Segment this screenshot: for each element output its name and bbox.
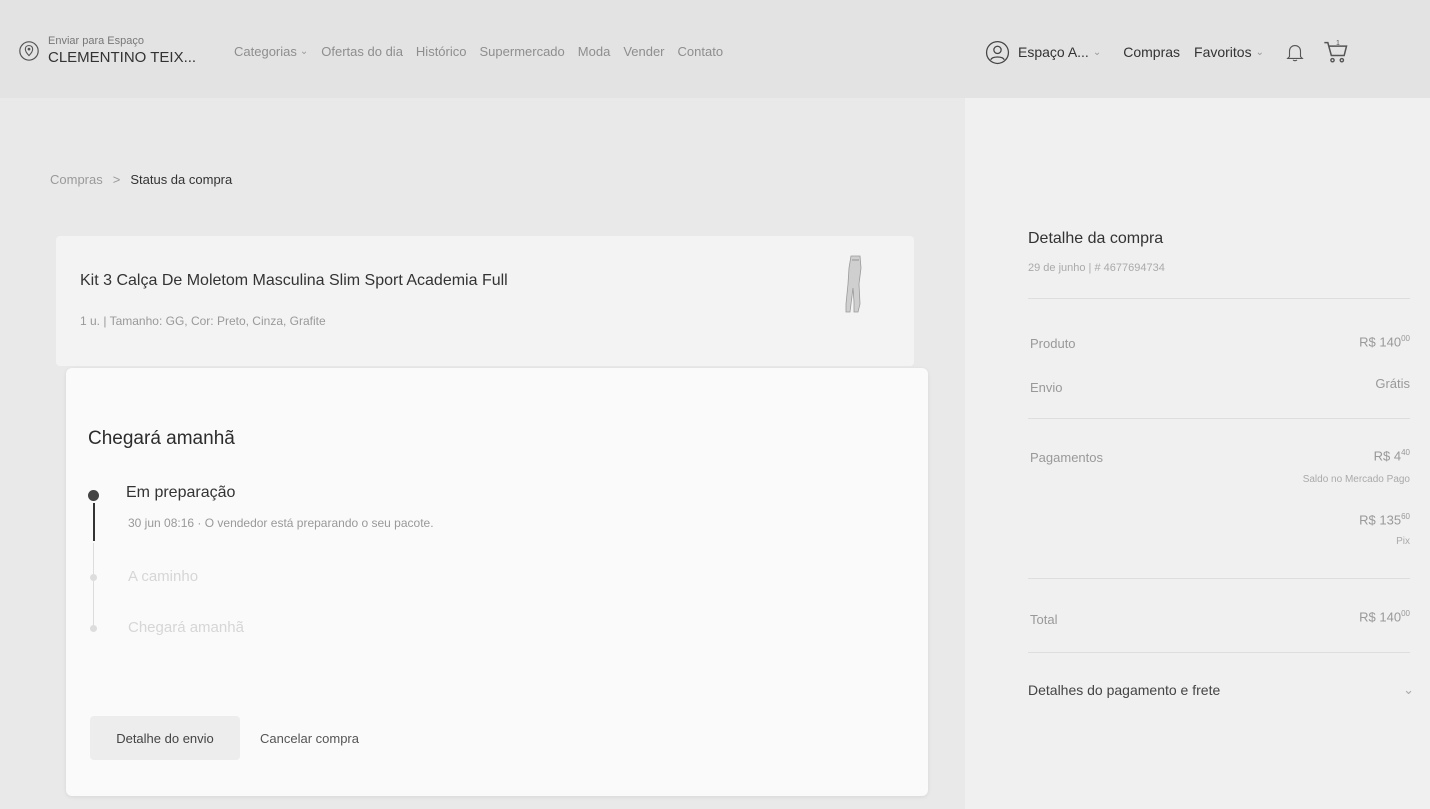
chevron-down-icon: ⌄ xyxy=(299,46,309,57)
breadcrumb-separator: > xyxy=(112,172,121,187)
step-label-a-caminho: A caminho xyxy=(128,568,199,585)
account-nav: Espaço A... ⌄ Compras Favoritos ⌄ 1 xyxy=(985,38,1350,66)
svg-text:1: 1 xyxy=(1336,40,1340,47)
shipping-label: Envio xyxy=(1030,380,1063,395)
product-label: Produto xyxy=(1030,336,1076,351)
nav-categorias-label: Categorias xyxy=(234,44,297,59)
product-title: Kit 3 Calça De Moletom Masculina Slim Sp… xyxy=(80,272,508,289)
step-dot-active xyxy=(88,490,99,501)
product-card[interactable]: Kit 3 Calça De Moletom Masculina Slim Sp… xyxy=(56,236,914,366)
delivery-location[interactable]: Enviar para Espaço CLEMENTINO TEIX... xyxy=(18,36,196,65)
favorites-menu[interactable]: Favoritos ⌄ xyxy=(1194,44,1264,60)
nav-contato-label: Contato xyxy=(677,44,724,59)
shipment-detail-button[interactable]: Detalhe do envio xyxy=(90,716,240,760)
divider xyxy=(1028,652,1410,653)
purchases-label: Compras xyxy=(1123,44,1181,60)
bell-icon[interactable] xyxy=(1284,41,1306,63)
nav-contato[interactable]: Contato xyxy=(678,44,724,59)
product-image xyxy=(845,255,862,313)
step-label-chegara-amanha: Chegará amanhã xyxy=(128,619,244,636)
cancel-purchase-button[interactable]: Cancelar compra xyxy=(252,716,367,760)
payment-shipping-details-toggle[interactable]: Detalhes do pagamento e frete ⌄ xyxy=(1028,676,1420,704)
main-nav: Categorias ⌄ Ofertas do dia Histórico Su… xyxy=(234,44,723,59)
payment-1-method: Saldo no Mercado Pago xyxy=(1302,474,1410,485)
nav-supermercado[interactable]: Supermercado xyxy=(480,44,565,59)
nav-historico[interactable]: Histórico xyxy=(416,44,467,59)
nav-moda[interactable]: Moda xyxy=(578,44,611,59)
user-icon xyxy=(985,40,1010,64)
step-dot-pending xyxy=(90,625,97,632)
payment-2-method: Pix xyxy=(1396,536,1410,547)
nav-categorias[interactable]: Categorias ⌄ xyxy=(234,44,308,59)
payments-label: Pagamentos xyxy=(1030,450,1103,465)
nav-historico-label: Histórico xyxy=(415,44,467,59)
total-value: R$ 14000 xyxy=(1359,609,1410,624)
chevron-down-icon: ⌄ xyxy=(1403,682,1414,697)
status-title: Chegará amanhã xyxy=(88,428,235,449)
favorites-label: Favoritos xyxy=(1194,44,1252,60)
product-details: 1 u. | Tamanho: GG, Cor: Preto, Cinza, G… xyxy=(80,314,326,328)
nav-supermercado-label: Supermercado xyxy=(479,44,565,59)
payment-2-value: R$ 13560 xyxy=(1359,512,1410,527)
breadcrumb: Compras > Status da compra xyxy=(50,172,232,187)
nav-vender[interactable]: Vender xyxy=(623,44,664,59)
step-label-em-preparacao: Em preparação xyxy=(126,484,236,501)
timeline-line-active xyxy=(93,503,95,541)
timeline-line-pending xyxy=(93,543,94,627)
step-dot-pending xyxy=(90,574,97,581)
cart-icon[interactable]: 1 xyxy=(1322,38,1350,66)
product-value-cents: 00 xyxy=(1401,334,1410,343)
shipment-status-card: Chegará amanhã Em preparação 30 jun 08:1… xyxy=(66,368,928,796)
top-header: Enviar para Espaço CLEMENTINO TEIX... Ca… xyxy=(0,0,1430,98)
total-label: Total xyxy=(1030,612,1058,627)
nav-moda-label: Moda xyxy=(577,44,611,59)
divider xyxy=(1028,418,1410,419)
product-value-main: R$ 140 xyxy=(1359,334,1402,350)
payment-shipping-details-label: Detalhes do pagamento e frete xyxy=(1028,682,1221,698)
breadcrumb-current: Status da compra xyxy=(130,172,233,187)
account-menu[interactable]: Espaço A... ⌄ xyxy=(985,40,1101,65)
nav-vender-label: Vender xyxy=(623,44,665,59)
step-description: 30 jun 08:16 · O vendedor está preparand… xyxy=(128,516,434,530)
payment-1-value: R$ 440 xyxy=(1374,448,1410,463)
payment-2-value-main: R$ 135 xyxy=(1359,512,1402,528)
payment-1-value-cents: 40 xyxy=(1401,448,1410,457)
divider xyxy=(1028,578,1410,579)
chevron-down-icon: ⌄ xyxy=(1092,46,1102,58)
product-value: R$ 14000 xyxy=(1359,334,1410,349)
purchases-link[interactable]: Compras xyxy=(1123,44,1180,60)
payment-2-value-cents: 60 xyxy=(1401,512,1410,521)
breadcrumb-compras[interactable]: Compras xyxy=(50,172,103,187)
total-value-cents: 00 xyxy=(1401,609,1410,618)
divider xyxy=(1028,298,1410,299)
location-pin-icon xyxy=(19,40,39,61)
payment-1-value-main: R$ 4 xyxy=(1373,448,1402,464)
nav-ofertas-label: Ofertas do dia xyxy=(321,44,403,59)
chevron-down-icon: ⌄ xyxy=(1255,46,1264,58)
location-name: CLEMENTINO TEIX... xyxy=(48,49,197,66)
summary-title: Detalhe da compra xyxy=(1028,230,1164,247)
shipping-value: Grátis xyxy=(1375,376,1410,391)
nav-ofertas[interactable]: Ofertas do dia xyxy=(321,44,403,59)
total-value-main: R$ 140 xyxy=(1359,609,1402,625)
location-caption: Enviar para Espaço xyxy=(48,35,144,47)
summary-date-order: 29 de junho | # 4677694734 xyxy=(1028,262,1165,274)
account-label: Espaço A... xyxy=(1018,44,1089,60)
